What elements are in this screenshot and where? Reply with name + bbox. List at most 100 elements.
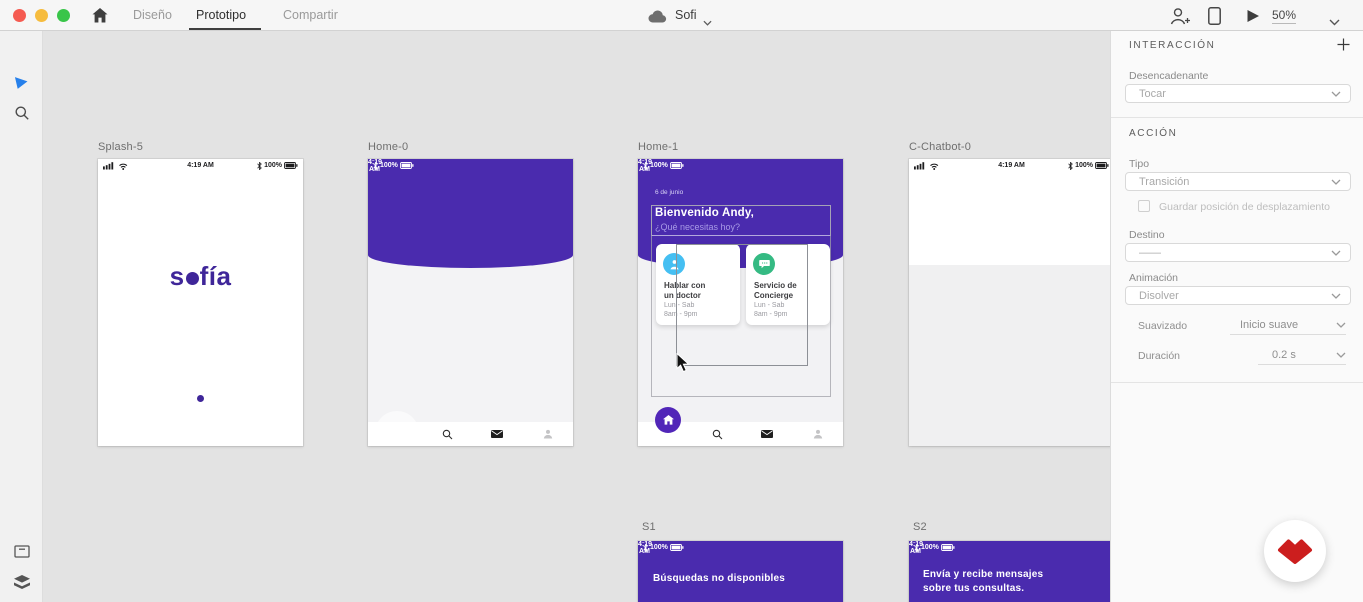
artboard-title-s2[interactable]: S2 xyxy=(913,521,927,533)
greeting-text: Bienvenido Andy, xyxy=(655,207,755,219)
zoom-tool-icon[interactable] xyxy=(0,105,43,126)
status-bar: 4:19 AM 100% xyxy=(98,159,303,172)
titlebar: Diseño Prototipo Compartir Sofi 50% xyxy=(0,0,1363,31)
tab-prototype[interactable]: Prototipo xyxy=(196,0,246,31)
battery-icon xyxy=(399,162,414,169)
greeting-subtitle: ¿Qué necesitas hoy? xyxy=(655,222,741,232)
destination-label: Destino xyxy=(1129,229,1165,241)
screen-top xyxy=(909,159,1110,265)
logo-dot xyxy=(185,272,199,285)
animation-label: Animación xyxy=(1129,272,1179,284)
divider xyxy=(1111,382,1363,383)
animation-value: Disolver xyxy=(1139,289,1179,302)
artboard-title-s1[interactable]: S1 xyxy=(642,521,656,533)
s2-message: Envía y recibe mensajes sobre tus consult… xyxy=(923,569,1044,594)
status-time: 4:19 AM xyxy=(638,541,653,555)
status-bar: 4:19 AM 100% xyxy=(638,159,684,173)
chevron-down-icon[interactable] xyxy=(1329,13,1340,31)
status-time: 4:19 AM xyxy=(638,159,653,173)
mail-icon xyxy=(756,422,778,446)
battery-percent: 100% xyxy=(921,544,939,551)
destination-value: —— xyxy=(1139,246,1161,259)
battery-percent: 100% xyxy=(650,162,668,169)
left-toolbar xyxy=(0,31,43,602)
zoom-level-control[interactable]: 50% xyxy=(1272,0,1297,31)
chevron-down-icon xyxy=(1336,322,1346,328)
date-label: 6 de junio xyxy=(655,189,684,196)
artboard-title-chatbot0[interactable]: C-Chatbot-0 xyxy=(909,141,971,153)
duration-value: 0.2 s xyxy=(1272,349,1296,361)
sofia-logo: s fía xyxy=(169,261,232,291)
profile-icon xyxy=(807,422,829,446)
action-header: ACCIÓN xyxy=(1129,128,1178,139)
battery-icon xyxy=(669,544,684,551)
profile-icon xyxy=(537,422,559,446)
bottom-nav xyxy=(368,422,573,446)
chevron-down-icon[interactable] xyxy=(703,13,712,31)
duration-select[interactable]: 0.2 s xyxy=(1258,346,1346,365)
chevron-down-icon xyxy=(1331,293,1341,299)
battery-icon xyxy=(669,162,684,169)
artboard-tool-icon[interactable] xyxy=(0,545,43,563)
type-select[interactable]: Transición xyxy=(1125,172,1351,191)
mail-icon xyxy=(486,422,508,446)
tab-share[interactable]: Compartir xyxy=(283,0,338,31)
play-icon[interactable] xyxy=(1246,9,1260,28)
preserve-scroll-label: Guardar posición de desplazamiento xyxy=(1159,201,1331,213)
selection-marquee[interactable] xyxy=(676,244,808,366)
artboard-chatbot0[interactable]: 4:19 AM 100% xyxy=(909,159,1110,446)
battery-icon xyxy=(940,544,955,551)
easing-label: Suavizado xyxy=(1138,320,1188,332)
status-time: 4:19 AM xyxy=(909,541,924,555)
minimize-window-button[interactable] xyxy=(35,9,48,22)
loading-dot xyxy=(197,395,204,402)
add-person-icon[interactable] xyxy=(1170,7,1191,30)
artboard-title-splash5[interactable]: Splash-5 xyxy=(98,141,143,153)
chevron-down-icon xyxy=(1331,179,1341,185)
type-value: Transición xyxy=(1139,175,1190,188)
search-icon xyxy=(436,422,458,446)
select-tool-icon[interactable] xyxy=(0,74,43,95)
status-bar: 4:19 AM 100% xyxy=(368,159,414,173)
s1-message: Búsquedas no disponibles xyxy=(653,573,786,584)
artboard-s2[interactable]: 4:19 AM 100% Envía y recibe mensajes sobr… xyxy=(909,541,1110,602)
tab-design[interactable]: Diseño xyxy=(133,0,172,31)
home-nav-button xyxy=(655,407,681,433)
chevron-down-icon xyxy=(1336,352,1346,358)
artboard-splash5[interactable]: 4:19 AM 100% s fía xyxy=(98,159,303,446)
screen-share-widget-button[interactable] xyxy=(1264,520,1326,582)
trigger-select[interactable]: Tocar xyxy=(1125,84,1351,103)
chevron-down-icon xyxy=(1331,91,1341,97)
design-canvas[interactable]: Splash-5 Home-0 Home-1 C-Chatbot-0 S1 S2… xyxy=(43,31,1110,602)
artboard-home1[interactable]: 4:19 AM 100% 6 de junio Bienvenido Andy,… xyxy=(638,159,843,446)
home-icon[interactable] xyxy=(92,7,108,29)
search-icon xyxy=(706,422,728,446)
easing-select[interactable]: Inicio suave xyxy=(1230,316,1346,335)
status-bar: 4:19 AM 100% xyxy=(638,541,684,555)
close-window-button[interactable] xyxy=(13,9,26,22)
document-name[interactable]: Sofi xyxy=(675,0,697,31)
mouse-cursor xyxy=(676,352,692,378)
status-bar: 4:19 AM 100% xyxy=(909,159,1110,172)
destination-select[interactable]: —— xyxy=(1125,243,1351,262)
artboard-s1[interactable]: 4:19 AM 100% Búsquedas no disponibles xyxy=(638,541,843,602)
preserve-scroll-checkbox[interactable] xyxy=(1138,200,1150,212)
zoom-level-value: 50% xyxy=(1272,8,1297,24)
animation-select[interactable]: Disolver xyxy=(1125,286,1351,305)
battery-percent: 100% xyxy=(650,544,668,551)
active-tab-underline xyxy=(189,28,261,30)
artboard-title-home0[interactable]: Home-0 xyxy=(368,141,408,153)
maximize-window-button[interactable] xyxy=(57,9,70,22)
artboard-home0[interactable]: 4:19 AM 100% xyxy=(368,159,573,446)
battery-percent: 100% xyxy=(380,162,398,169)
plus-icon[interactable] xyxy=(1337,38,1350,56)
artboard-title-home1[interactable]: Home-1 xyxy=(638,141,678,153)
easing-value: Inicio suave xyxy=(1240,319,1299,331)
trigger-value: Tocar xyxy=(1139,87,1166,100)
status-bar: 4:19 AM 100% xyxy=(909,541,955,555)
device-preview-icon[interactable] xyxy=(1208,7,1221,30)
layers-icon[interactable] xyxy=(0,575,43,595)
purple-header xyxy=(368,159,573,268)
divider xyxy=(1111,117,1363,118)
inspector-panel: INTERACCIÓN Desencadenante Tocar ACCIÓN … xyxy=(1110,31,1363,602)
